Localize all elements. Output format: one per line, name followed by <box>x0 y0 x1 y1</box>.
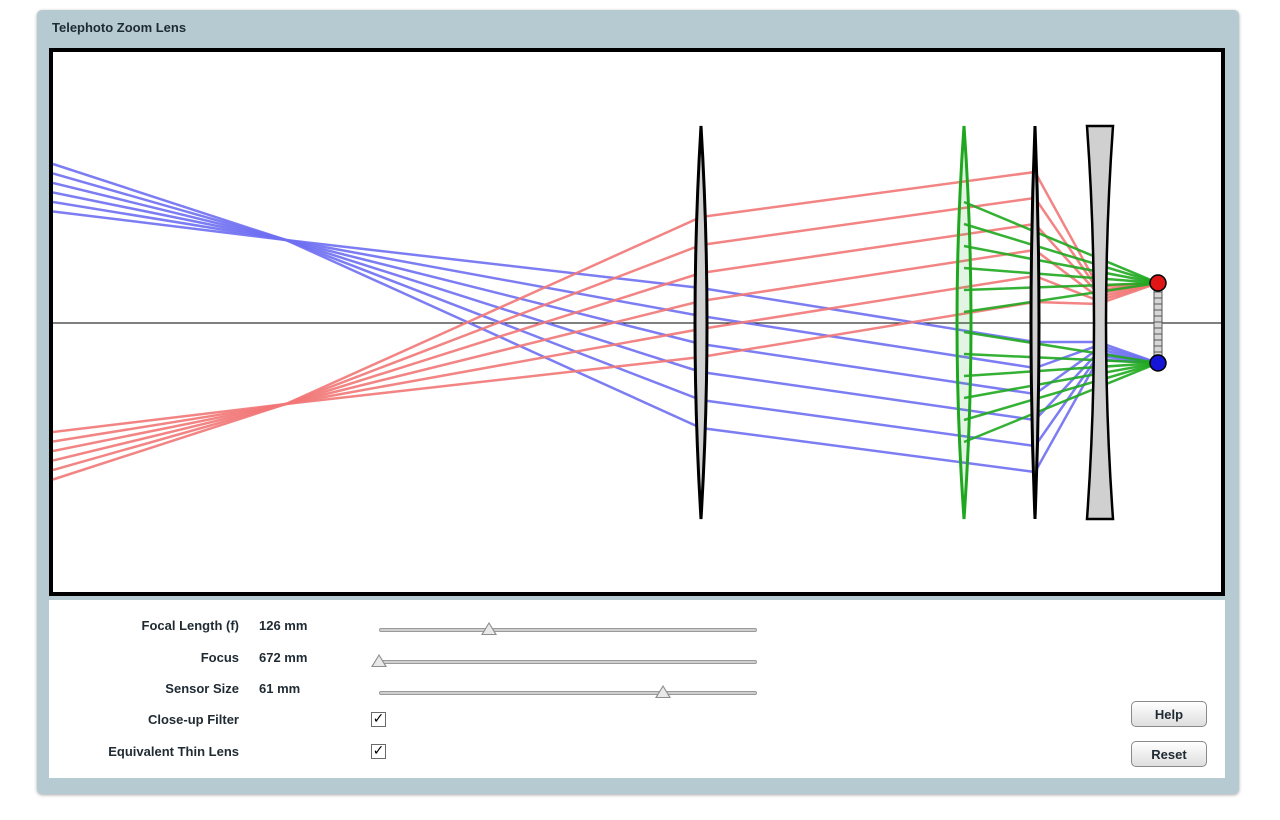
focus-value: 672 mm <box>259 650 308 665</box>
sensor-size-label: Sensor Size <box>165 681 239 696</box>
red-ray <box>53 281 1159 434</box>
sensor-size-value: 61 mm <box>259 681 301 696</box>
app-frame: Telephoto Zoom Lens Focal Length (f) 126… <box>37 10 1239 794</box>
equivalent-thin-lens <box>955 125 973 520</box>
thin-lens-label: Equivalent Thin Lens <box>108 744 239 759</box>
focus-slider[interactable] <box>371 654 757 668</box>
closeup-filter-checkbox[interactable]: ✓ <box>371 712 386 727</box>
sensor-bottom-handle[interactable] <box>1149 354 1167 372</box>
slider-thumb[interactable] <box>371 654 387 667</box>
front-convex-lens[interactable] <box>693 125 709 520</box>
reset-button[interactable]: Reset <box>1131 741 1207 767</box>
slider-thumb[interactable] <box>654 685 671 698</box>
focus-label: Focus <box>200 650 239 665</box>
focal-length-slider[interactable] <box>379 622 757 636</box>
help-button[interactable]: Help <box>1131 701 1207 727</box>
thin-lens-checkbox[interactable]: ✓ <box>371 744 386 759</box>
focal-length-label: Focal Length (f) <box>141 618 240 633</box>
sensor-size-slider[interactable] <box>379 685 757 699</box>
sensor-top-handle[interactable] <box>1149 274 1167 292</box>
slider-thumb[interactable] <box>480 622 497 635</box>
optics-canvas[interactable] <box>49 48 1225 596</box>
image-sensor <box>1153 282 1163 364</box>
slider-track <box>379 691 757 695</box>
rear-convex-lens[interactable] <box>1029 125 1041 520</box>
app-title: Telephoto Zoom Lens <box>52 20 187 35</box>
controls-panel: Focal Length (f) 126 mm Focus 672 mm Sen… <box>49 600 1225 778</box>
blue-ray <box>53 162 1159 365</box>
slider-track <box>379 628 757 632</box>
slider-track <box>379 660 757 664</box>
focal-length-value: 126 mm <box>259 618 308 633</box>
green-ray <box>963 222 1159 285</box>
closeup-filter-label: Close-up Filter <box>147 712 239 727</box>
ray-diagram <box>53 124 1221 521</box>
